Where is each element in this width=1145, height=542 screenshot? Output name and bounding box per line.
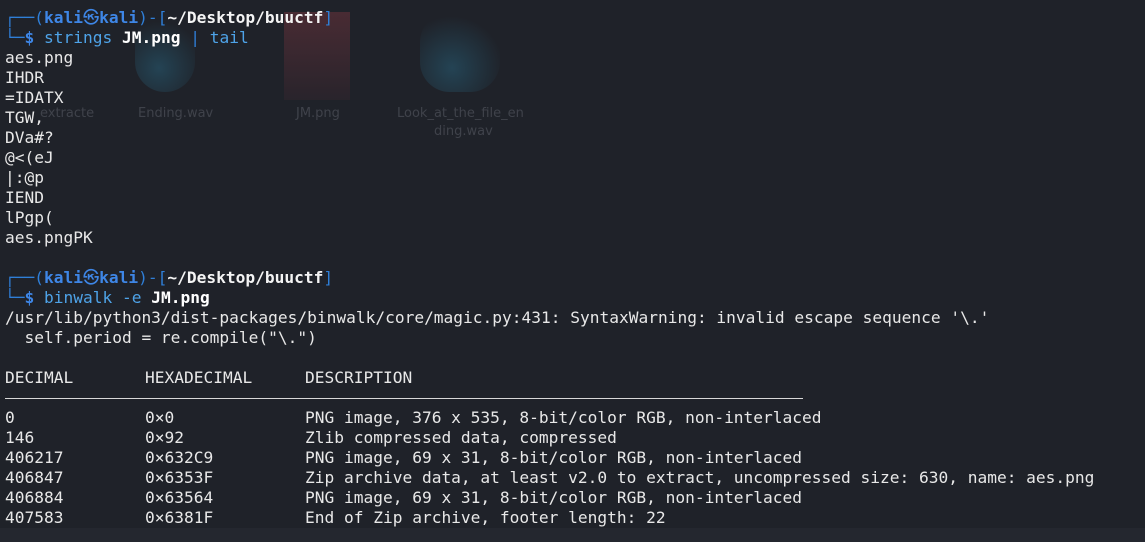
column-header-decimal: DECIMAL [5, 368, 74, 387]
cell-description: PNG image, 69 x 31, 8-bit/color RGB, non… [305, 448, 803, 467]
command-line: └─$ binwalk -e JM.png [5, 288, 1145, 308]
prompt-frame: )-[ [138, 268, 168, 287]
warning-line: /usr/lib/python3/dist-packages/binwalk/c… [5, 308, 990, 327]
cell-decimal: 146 [5, 428, 35, 447]
prompt-path: ~/Desktop/buuctf [167, 8, 324, 27]
column-header-hexadecimal: HEXADECIMAL [145, 368, 253, 387]
prompt-frame: └─ [5, 28, 25, 47]
command-line: └─$ strings JM.png | tail [5, 28, 1145, 48]
binwalk-results-body: 0 0×0 PNG image, 376 x 535, 8-bit/color … [5, 408, 1094, 528]
prompt-path: ~/Desktop/buuctf [167, 268, 324, 287]
cell-hex: 0×6381F [145, 508, 214, 527]
warning-line: self.period = re.compile("\.") [5, 328, 317, 347]
table-header-row: DECIMAL HEXADECIMAL DESCRIPTION [5, 368, 412, 388]
command-program: tail [209, 28, 249, 47]
output-line: aes.pngPK [5, 228, 93, 247]
table-row: 146 0×92 Zlib compressed data, compresse… [5, 428, 1094, 448]
prompt-line: ┌──(kali㉿kali)-[~/Desktop/buuctf] [5, 8, 1145, 28]
table-row: 406847 0×6353F Zip archive data, at leas… [5, 468, 1094, 488]
cell-description: PNG image, 69 x 31, 8-bit/color RGB, non… [305, 488, 803, 507]
command-flag: -e [121, 288, 142, 307]
output-line: TGW, [5, 108, 44, 127]
cell-decimal: 406217 [5, 448, 64, 467]
column-header-description: DESCRIPTION [305, 368, 413, 387]
prompt-frame: ] [323, 8, 334, 27]
prompt-frame: ┌──( [5, 8, 44, 27]
cell-decimal: 406847 [5, 468, 64, 487]
prompt-frame: ┌──( [5, 268, 44, 287]
table-row: 406884 0×63564 PNG image, 69 x 31, 8-bit… [5, 488, 1094, 508]
output-line: lPgp( [5, 208, 54, 227]
command-program: binwalk [44, 288, 113, 307]
prompt-dollar: $ [24, 28, 35, 47]
cell-description: Zlib compressed data, compressed [305, 428, 617, 447]
output-line: |:@p [5, 168, 44, 187]
command-pipe: | [190, 28, 200, 47]
cell-description: Zip archive data, at least v2.0 to extra… [305, 468, 1095, 487]
prompt-frame: )-[ [138, 8, 168, 27]
output-line: @<(eJ [5, 148, 54, 167]
cell-hex: 0×6353F [145, 468, 214, 487]
cell-decimal: 406884 [5, 488, 64, 507]
output-line: =IDATX [5, 88, 64, 107]
prompt-frame: ] [323, 268, 334, 287]
table-divider [5, 388, 1145, 408]
terminal-output: ┌──(kali㉿kali)-[~/Desktop/buuctf] └─$ st… [5, 8, 1145, 528]
binwalk-results-table: DECIMAL HEXADECIMAL DESCRIPTION [5, 368, 412, 388]
cell-description: End of Zip archive, footer length: 22 [305, 508, 666, 527]
output-line: IHDR [5, 68, 44, 87]
cell-hex: 0×0 [145, 408, 175, 427]
command-arg: JM.png [151, 288, 210, 307]
output-line: DVa#? [5, 128, 54, 147]
prompt-line: ┌──(kali㉿kali)-[~/Desktop/buuctf] [5, 268, 1145, 288]
cell-description: PNG image, 376 x 535, 8-bit/color RGB, n… [305, 408, 822, 427]
command-arg: JM.png [121, 28, 181, 47]
command-program: strings [44, 28, 113, 47]
output-line: aes.png [5, 48, 74, 67]
table-row: 406217 0×632C9 PNG image, 69 x 31, 8-bit… [5, 448, 1094, 468]
output-line: IEND [5, 188, 44, 207]
kali-swirl-icon: ㉿ [82, 8, 100, 27]
prompt-host: kali [99, 268, 139, 287]
cell-decimal: 0 [5, 408, 15, 427]
table-row: 407583 0×6381F End of Zip archive, foote… [5, 508, 1094, 528]
table-row: 0 0×0 PNG image, 376 x 535, 8-bit/color … [5, 408, 1094, 428]
taskbar-ghost [0, 528, 1145, 542]
cell-decimal: 407583 [5, 508, 64, 527]
prompt-user: kali [43, 8, 83, 27]
cell-hex: 0×92 [145, 428, 184, 447]
cell-hex: 0×632C9 [145, 448, 214, 467]
terminal-window[interactable]: extracte Ending.wav JM.png Look_at_the_f… [0, 0, 1145, 542]
prompt-dollar: $ [24, 288, 35, 307]
cell-hex: 0×63564 [145, 488, 214, 507]
prompt-host: kali [99, 8, 139, 27]
kali-swirl-icon: ㉿ [82, 268, 100, 287]
prompt-frame: └─ [5, 288, 25, 307]
prompt-user: kali [43, 268, 83, 287]
